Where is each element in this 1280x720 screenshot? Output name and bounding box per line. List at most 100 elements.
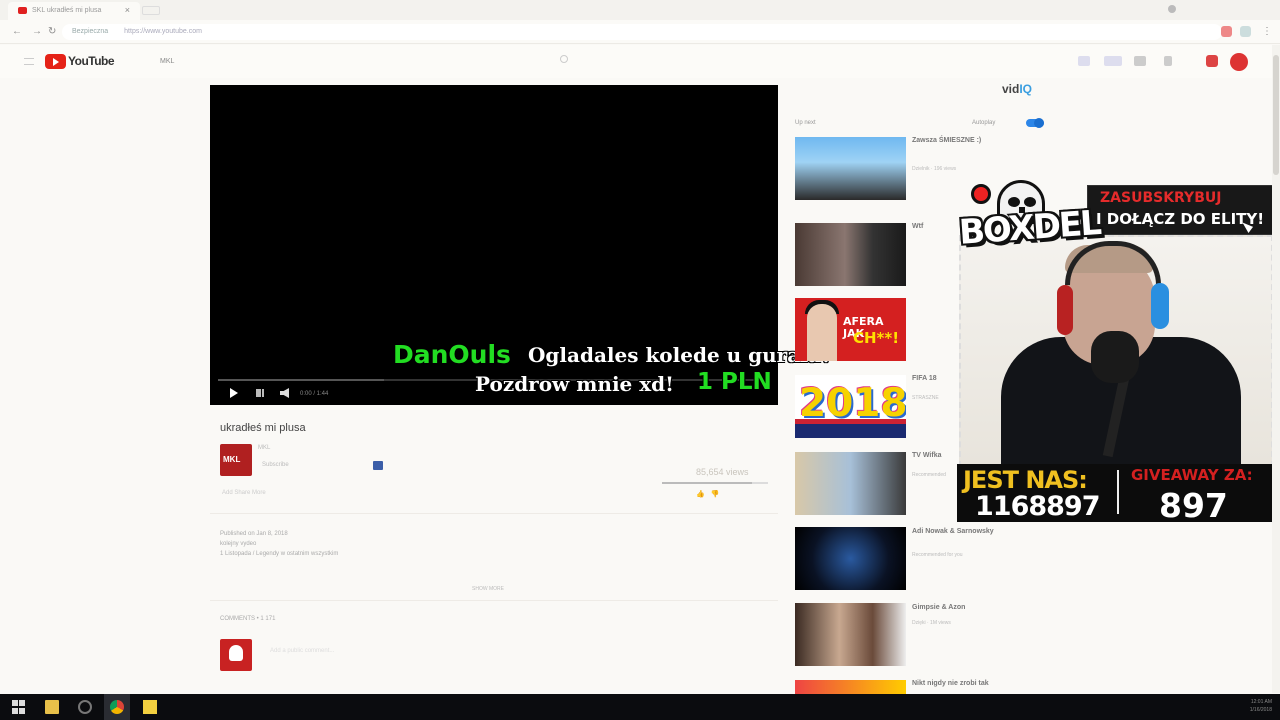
stream-overlay: ZASUBSKRYBUJ I DOŁĄCZ DO ELITY! BOXDEL J… — [957, 180, 1275, 525]
windows-taskbar: 12:01 AM 1/16/2018 — [0, 694, 1280, 720]
related-video-title[interactable]: Adi Nowak & Sarnowsky — [912, 528, 1042, 536]
search-icon[interactable] — [78, 700, 92, 714]
video-thumbnail[interactable] — [795, 680, 906, 694]
new-tab-button[interactable] — [142, 6, 160, 15]
commenter-avatar — [220, 639, 252, 671]
notes-icon[interactable] — [143, 700, 157, 714]
donation-message-line1: Ogladales kolede u gurala? — [528, 343, 833, 367]
url-text: https://www.youtube.com — [124, 28, 202, 35]
view-count: 85,654 views — [696, 467, 749, 477]
autoplay-label: Autoplay — [972, 120, 996, 126]
file-explorer-icon[interactable] — [45, 700, 59, 714]
related-video-meta: Recommended for you — [912, 552, 963, 558]
description-line: kolejny vydeo — [220, 541, 257, 547]
vidiq-suffix: IQ — [1019, 82, 1033, 96]
donation-message-line2: Pozdrow mnie xd! — [475, 372, 674, 396]
volume-icon[interactable] — [280, 388, 289, 398]
thumbnail-caption: CH**! — [853, 329, 900, 347]
youtube-logo-icon[interactable] — [45, 54, 66, 69]
giveaway-count: 897 — [1159, 486, 1228, 525]
video-actions[interactable]: Add Share More — [222, 490, 266, 496]
like-ratio-bar — [662, 482, 768, 484]
autoplay-toggle[interactable] — [1026, 118, 1044, 128]
secure-label: Bezpieczna — [72, 28, 109, 35]
search-icon[interactable] — [560, 55, 568, 63]
boxdel-logo: BOXDEL — [957, 180, 1101, 260]
video-description: Published on Jan 8, 2018 kolejny vydeo 1… — [220, 529, 338, 559]
channel-avatar-text: MKL — [223, 455, 241, 464]
related-video-meta: Dzielnik · 196 views — [912, 166, 957, 172]
browser-tabbar: SKL ukradłeś mi plusa × — [0, 0, 1280, 20]
clock-time: 12:01 AM — [1250, 699, 1272, 705]
comments-header: COMMENTS • 1 171 — [220, 616, 276, 622]
skull-icon — [229, 645, 243, 661]
thumbnail-face — [807, 304, 837, 361]
clock-date: 1/16/2018 — [1249, 707, 1272, 713]
divider — [210, 600, 778, 601]
time-display: 0:00 / 1:44 — [300, 391, 329, 397]
youtube-header: YouTube MKL — [0, 45, 1280, 78]
video-thumbnail[interactable]: AFERA JAK CH**! — [795, 298, 906, 361]
notifications-icon[interactable] — [1206, 55, 1218, 67]
giveaway-label: GIVEAWAY ZA: — [1131, 466, 1253, 484]
vidiq-stat-icon[interactable] — [1104, 56, 1122, 66]
logo-text: BOXDEL — [957, 203, 1102, 253]
divider — [210, 513, 778, 514]
scrollbar-thumb[interactable] — [1273, 55, 1279, 175]
upload-icon[interactable] — [1164, 56, 1172, 66]
subscribe-row[interactable]: Subscribe — [262, 462, 289, 468]
like-dislike-icons[interactable]: 👍 👎 — [696, 490, 719, 498]
channel-name[interactable]: MKL — [258, 445, 270, 451]
tab-close-icon[interactable]: × — [125, 5, 130, 15]
subscriber-label: JEST NAS: — [963, 466, 1088, 494]
progress-fill — [218, 379, 384, 381]
avatar[interactable] — [1230, 53, 1248, 71]
related-video-title[interactable]: Gimpsie & Azon — [912, 604, 1042, 612]
system-clock[interactable]: 12:01 AM 1/16/2018 — [1250, 698, 1272, 714]
video-thumbnail[interactable] — [795, 603, 906, 666]
comment-input[interactable]: Add a public comment... — [270, 648, 334, 654]
related-video-meta: Dzięki · 1M views — [912, 620, 951, 626]
subscribe-button[interactable] — [373, 461, 383, 470]
apps-icon[interactable] — [1134, 56, 1146, 66]
window-user-icon[interactable] — [1168, 5, 1176, 13]
next-icon[interactable] — [256, 389, 264, 397]
webcam-feed — [959, 235, 1273, 469]
like-ratio-fill — [662, 482, 753, 484]
headset-ear-right — [1151, 283, 1169, 329]
url-input[interactable]: Bezpieczna https://www.youtube.com — [62, 24, 1222, 40]
windows-start-icon[interactable] — [12, 700, 26, 714]
youtube-favicon-icon — [18, 7, 27, 14]
youtube-logo-text[interactable]: YouTube — [68, 54, 115, 68]
tab-title: SKL ukradłeś mi plusa — [32, 7, 102, 14]
channel-avatar[interactable]: MKL — [220, 444, 252, 476]
donation-amount: 1 PLN — [697, 369, 772, 395]
play-icon[interactable] — [230, 388, 238, 398]
vidiq-stat-icon[interactable] — [1078, 56, 1090, 66]
related-video-title[interactable]: Zawsza ŚMIESZNE :) — [912, 137, 1042, 145]
search-input[interactable]: MKL — [152, 53, 582, 71]
forward-icon[interactable]: → — [32, 26, 42, 37]
chrome-icon[interactable] — [110, 700, 124, 714]
back-icon[interactable]: ← — [12, 26, 22, 37]
menu-dots-icon[interactable]: ⋮ — [1262, 26, 1272, 37]
page-scrollbar[interactable] — [1272, 45, 1280, 693]
video-thumbnail[interactable] — [795, 452, 906, 515]
extension-icon[interactable] — [1221, 26, 1232, 37]
reload-icon[interactable]: ↻ — [48, 26, 56, 37]
donation-donor: DanOuls — [393, 340, 511, 369]
stats-panel: JEST NAS: 1168897 GIVEAWAY ZA: 897 — [957, 464, 1275, 525]
up-next-label: Up next — [795, 120, 816, 126]
video-thumbnail[interactable] — [795, 223, 906, 286]
video-thumbnail[interactable]: 2018 — [795, 375, 906, 438]
show-more-button[interactable]: SHOW MORE — [472, 586, 504, 592]
video-title: ukradłeś mi plusa — [220, 422, 306, 434]
hamburger-menu-icon[interactable] — [24, 58, 34, 65]
browser-tab[interactable]: SKL ukradłeś mi plusa × — [8, 2, 140, 20]
video-thumbnail[interactable] — [795, 137, 906, 200]
related-video-title[interactable]: Nikt nigdy nie zrobi tak — [912, 680, 1042, 688]
video-thumbnail[interactable] — [795, 527, 906, 590]
extension-icon[interactable] — [1240, 26, 1251, 37]
address-bar-row: ← → ↻ Bezpieczna https://www.youtube.com… — [0, 20, 1280, 44]
skull-eye — [1024, 197, 1036, 207]
